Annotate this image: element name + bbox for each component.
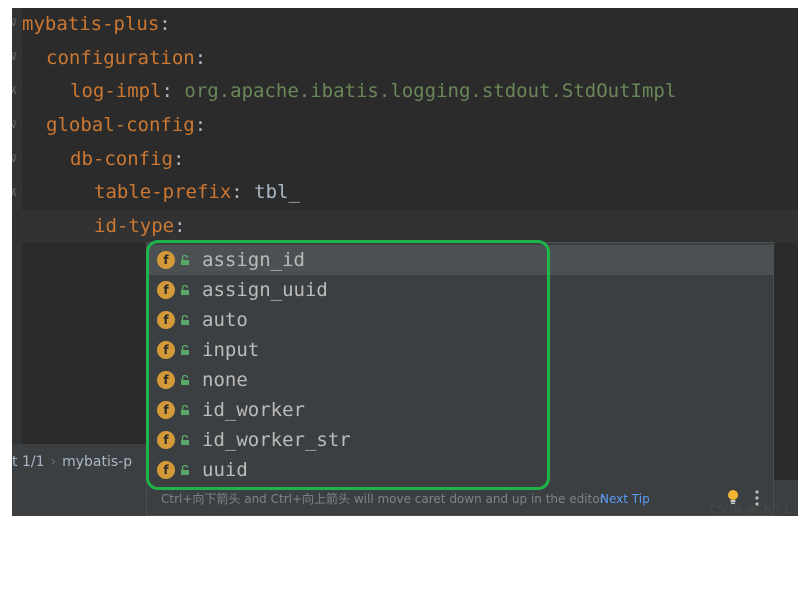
unlock-icon <box>181 465 189 475</box>
completion-item[interactable]: f uuid <box>147 455 773 485</box>
yaml-key: id-type <box>94 215 175 237</box>
code-line-current[interactable]: id-type: <box>12 210 798 243</box>
yaml-key: global-config <box>46 114 195 136</box>
completion-item[interactable]: f id_worker_str <box>147 425 773 455</box>
completion-item[interactable]: f assign_uuid <box>147 275 773 305</box>
field-icon: f <box>157 311 175 329</box>
completion-item[interactable]: f none <box>147 365 773 395</box>
completion-item-label: id_worker <box>202 399 305 421</box>
unlock-icon <box>181 315 189 325</box>
code-line[interactable]: configuration: <box>12 42 798 75</box>
breadcrumb-bar: t 1/1 › mybatis-p <box>12 444 162 480</box>
completion-item-label: assign_uuid <box>202 279 328 301</box>
yaml-value: tbl_ <box>254 181 300 203</box>
unlock-icon <box>181 255 189 265</box>
yaml-colon: : <box>231 181 255 203</box>
code-line[interactable]: global-config: <box>12 109 798 142</box>
field-icon: f <box>157 251 175 269</box>
yaml-key: db-config <box>70 148 173 170</box>
match-position: t 1/1 <box>12 454 45 470</box>
yaml-colon: : <box>174 215 186 237</box>
field-icon: f <box>157 281 175 299</box>
unlock-icon <box>181 375 189 385</box>
completion-item-label: assign_id <box>202 249 305 271</box>
yaml-key: mybatis-plus <box>22 13 160 35</box>
code-line[interactable]: log-impl: org.apache.ibatis.logging.stdo… <box>12 75 798 108</box>
field-icon: f <box>157 341 175 359</box>
completion-item-label: input <box>202 339 260 361</box>
completion-popup[interactable]: f assign_id f assign_uuid f auto f input… <box>146 242 774 516</box>
yaml-colon: : <box>159 13 171 35</box>
completion-tip-bar: Ctrl+向下箭头 and Ctrl+向上箭头 will move caret … <box>147 483 773 515</box>
chevron-right-icon: › <box>50 454 57 470</box>
yaml-key: table-prefix <box>94 181 232 203</box>
next-tip-link[interactable]: Next Tip <box>600 483 650 515</box>
field-icon: f <box>157 371 175 389</box>
unlock-icon <box>181 345 189 355</box>
field-icon: f <box>157 401 175 419</box>
field-icon: f <box>157 431 175 449</box>
field-icon: f <box>157 461 175 479</box>
completion-item-label: uuid <box>202 459 248 481</box>
unlock-icon <box>181 285 189 295</box>
code-line[interactable]: mybatis-plus: <box>12 8 798 41</box>
completion-item-label: id_worker_str <box>202 429 351 451</box>
completion-item-label: auto <box>202 309 248 331</box>
yaml-colon: : <box>161 80 185 102</box>
yaml-colon: : <box>172 148 185 170</box>
yaml-key: log-impl <box>70 80 162 102</box>
yaml-colon: : <box>194 47 207 69</box>
yaml-colon: : <box>194 114 207 136</box>
code-line[interactable]: db-config: <box>12 143 798 176</box>
completion-item[interactable]: f auto <box>147 305 773 335</box>
watermark: CSDN @CN丶1 <box>710 503 790 516</box>
code-line[interactable]: table-prefix: tbl_ <box>12 176 798 209</box>
completion-item[interactable]: f id_worker <box>147 395 773 425</box>
unlock-icon <box>181 405 189 415</box>
completion-item[interactable]: f input <box>147 335 773 365</box>
breadcrumb-item[interactable]: mybatis-p <box>62 454 132 470</box>
yaml-key: configuration <box>46 47 195 69</box>
unlock-icon <box>181 435 189 445</box>
completion-item[interactable]: f assign_id <box>147 245 773 275</box>
completion-item-label: none <box>202 369 248 391</box>
yaml-value: org.apache.ibatis.logging.stdout.StdOutI… <box>184 80 677 102</box>
tip-text: Ctrl+向下箭头 and Ctrl+向上箭头 will move caret … <box>161 492 605 506</box>
